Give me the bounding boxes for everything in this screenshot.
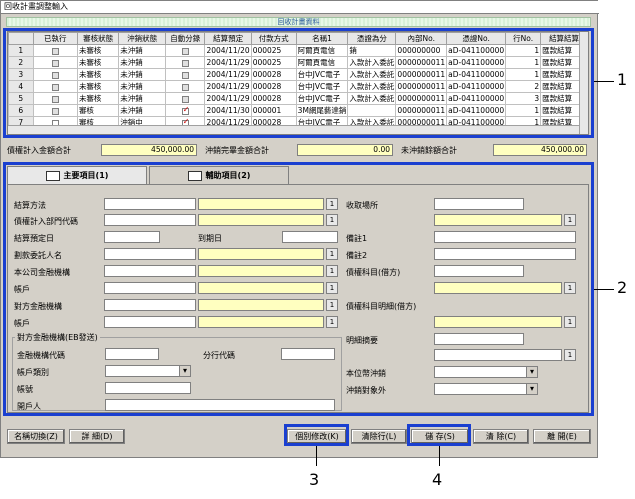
clear-button[interactable]: 清 除(C) [473,429,529,444]
window-title: 回收計畫調整輸入 [1,1,599,14]
total-balance-value: 450,000.00 [493,144,587,156]
callout-line-1 [594,81,614,82]
close-button[interactable]: 離 開(E) [533,429,591,444]
highlight-form [3,162,594,416]
callout-3: 3 [309,470,320,489]
total-credit-value: 450,000.00 [101,144,197,156]
detail-button[interactable]: 詳 細(D) [69,429,125,444]
callout-line-2 [594,289,614,290]
clear-row-button[interactable]: 清除行(L) [351,429,407,444]
banner: 回收計畫資料 [6,17,591,27]
highlight-save [407,424,471,446]
rename-toggle-button[interactable]: 名稱切換(Z) [7,429,65,444]
total-offset-value: 0.00 [297,144,393,156]
total-balance-label: 未沖銷餘額合計 [401,146,457,155]
callout-2: 2 [617,278,628,297]
callout-1: 1 [617,70,628,89]
callout-line-3 [316,446,317,466]
total-credit-label: 債權計入金額合計 [7,146,71,155]
total-offset-label: 沖銷完畢金額合計 [205,146,269,155]
highlight-individual [284,424,349,446]
callout-line-4 [439,446,440,466]
callout-4: 4 [432,470,443,489]
highlight-grid [3,28,594,138]
